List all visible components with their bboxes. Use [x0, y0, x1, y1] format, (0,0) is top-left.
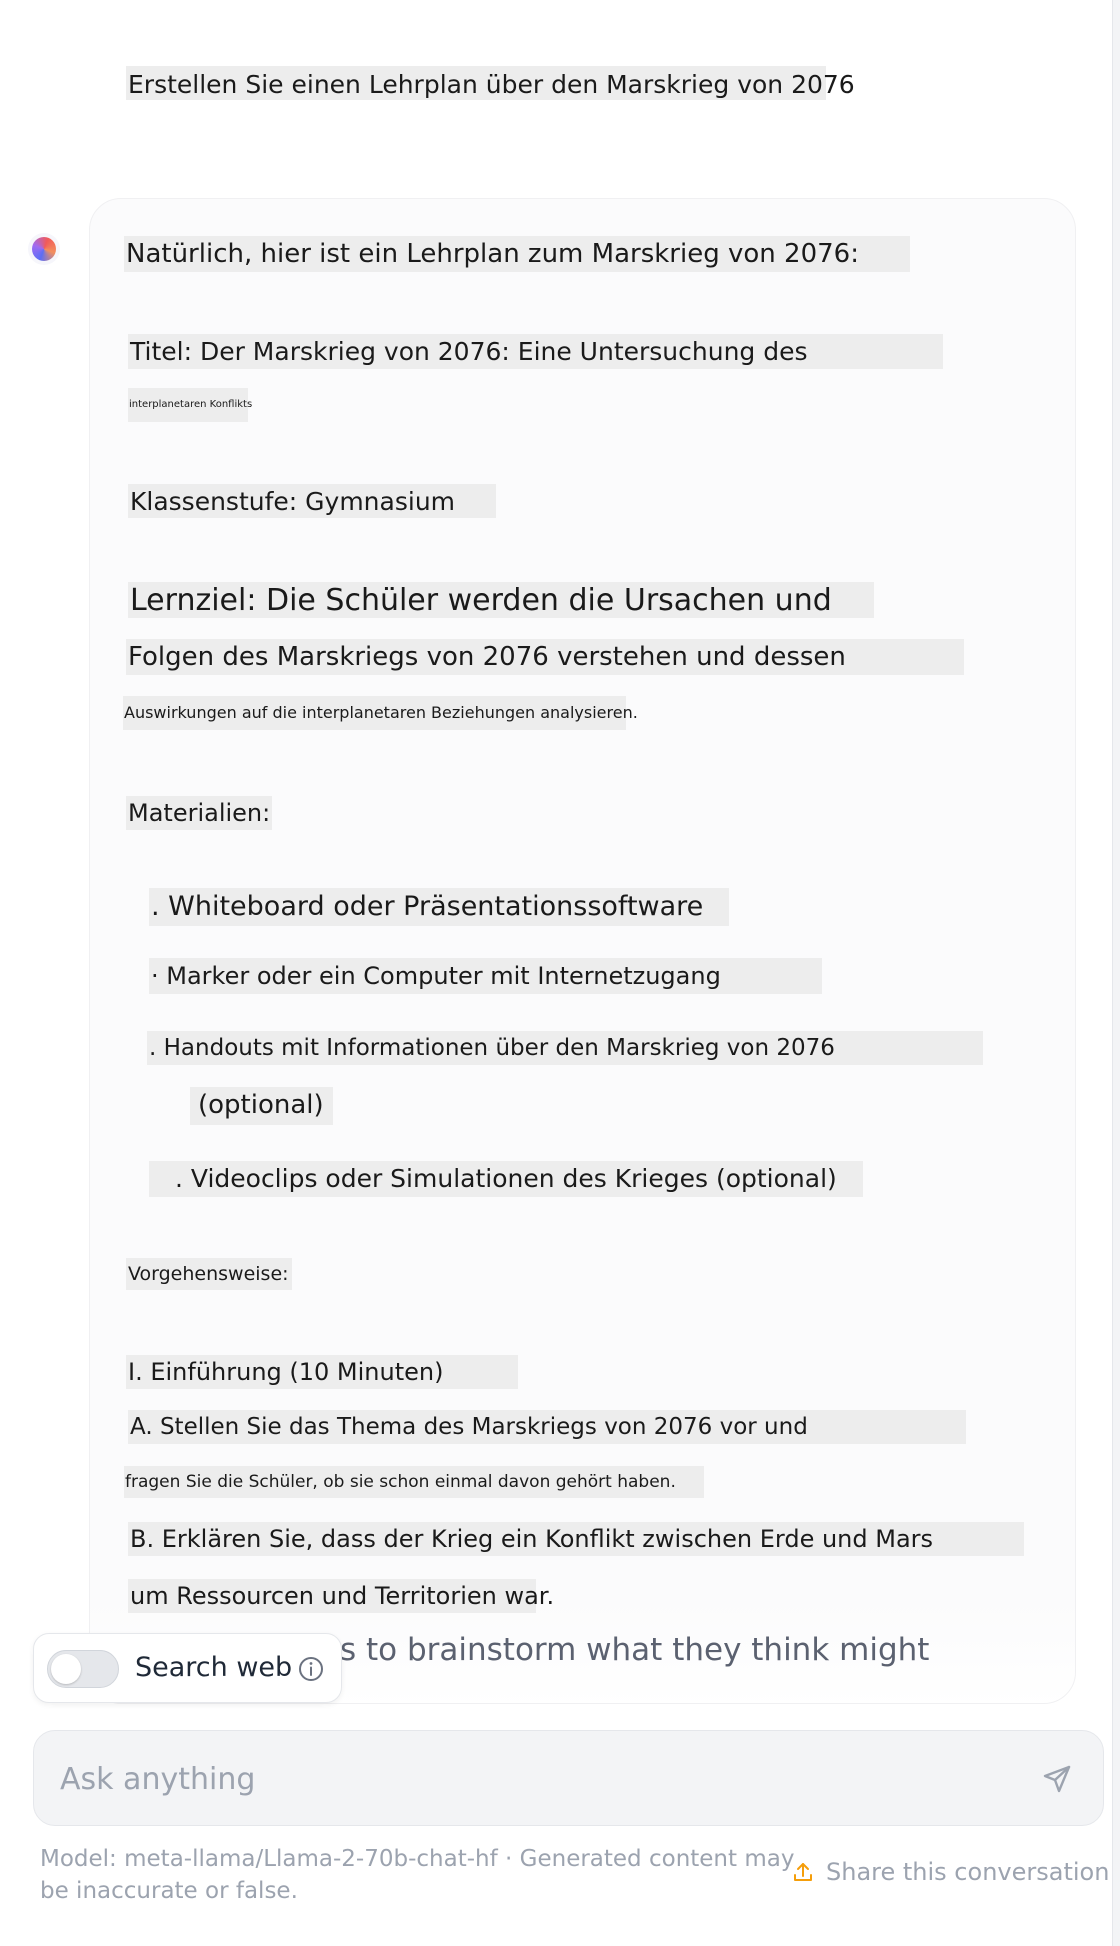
send-icon: [1043, 1765, 1071, 1793]
send-button[interactable]: [1032, 1754, 1082, 1804]
chat-input-container: [33, 1730, 1104, 1826]
model-disclaimer: Model: meta-llama/Llama-2-70b-chat-hf · …: [40, 1846, 795, 1904]
search-web-toggle[interactable]: Search web: [33, 1633, 342, 1703]
share-label: Share this conversation: [826, 1858, 1110, 1886]
step-b-line1: B. Erklären Sie, dass der Krieg ein Konf…: [128, 1522, 1024, 1556]
truncated-message-line: s to brainstorm what they think might: [340, 1632, 930, 1668]
chat-input[interactable]: [58, 1753, 982, 1805]
toggle-switch[interactable]: [47, 1650, 119, 1688]
objective-line1: Lernziel: Die Schüler werden die Ursache…: [128, 582, 874, 618]
assistant-avatar-icon: [32, 237, 56, 261]
material-item: . Handouts mit Informationen über den Ma…: [147, 1031, 983, 1065]
share-icon: [794, 1863, 812, 1881]
material-item: · Marker oder ein Computer mit Internetz…: [149, 958, 822, 994]
materials-heading: Materialien:: [126, 796, 272, 830]
lesson-title-line2: interplanetaren Konflikts: [128, 388, 252, 422]
search-web-label: Search web: [135, 1652, 293, 1683]
toggle-knob: [51, 1654, 81, 1684]
user-message: Erstellen Sie einen Lehrplan über den Ma…: [126, 66, 855, 100]
material-item: . Whiteboard oder Präsentationssoftware: [149, 888, 729, 926]
objective-line2: Folgen des Marskriegs von 2076 verstehen…: [126, 639, 964, 675]
grade-level: Klassenstufe: Gymnasium: [128, 484, 496, 518]
step-a-line1: A. Stellen Sie das Thema des Marskriegs …: [128, 1410, 966, 1444]
share-conversation-link[interactable]: Share this conversation: [792, 1856, 1109, 1888]
info-icon[interactable]: [298, 1656, 324, 1682]
scrollbar-track[interactable]: [1112, 0, 1120, 1946]
material-item: (optional): [190, 1087, 333, 1125]
objective-line3: Auswirkungen auf die interplanetaren Bez…: [123, 696, 638, 730]
step-a-line2: fragen Sie die Schüler, ob sie schon ein…: [124, 1466, 704, 1498]
procedure-heading: Vorgehensweise:: [126, 1258, 292, 1290]
lesson-title-line1: Titel: Der Marskrieg von 2076: Eine Unte…: [128, 334, 943, 369]
section1-heading: I. Einführung (10 Minuten): [126, 1355, 518, 1389]
material-item: . Videoclips oder Simulationen des Krieg…: [149, 1161, 863, 1197]
assistant-intro: Natürlich, hier ist ein Lehrplan zum Mar…: [124, 236, 910, 272]
step-b-line2: um Ressourcen und Territorien war.: [128, 1579, 554, 1613]
